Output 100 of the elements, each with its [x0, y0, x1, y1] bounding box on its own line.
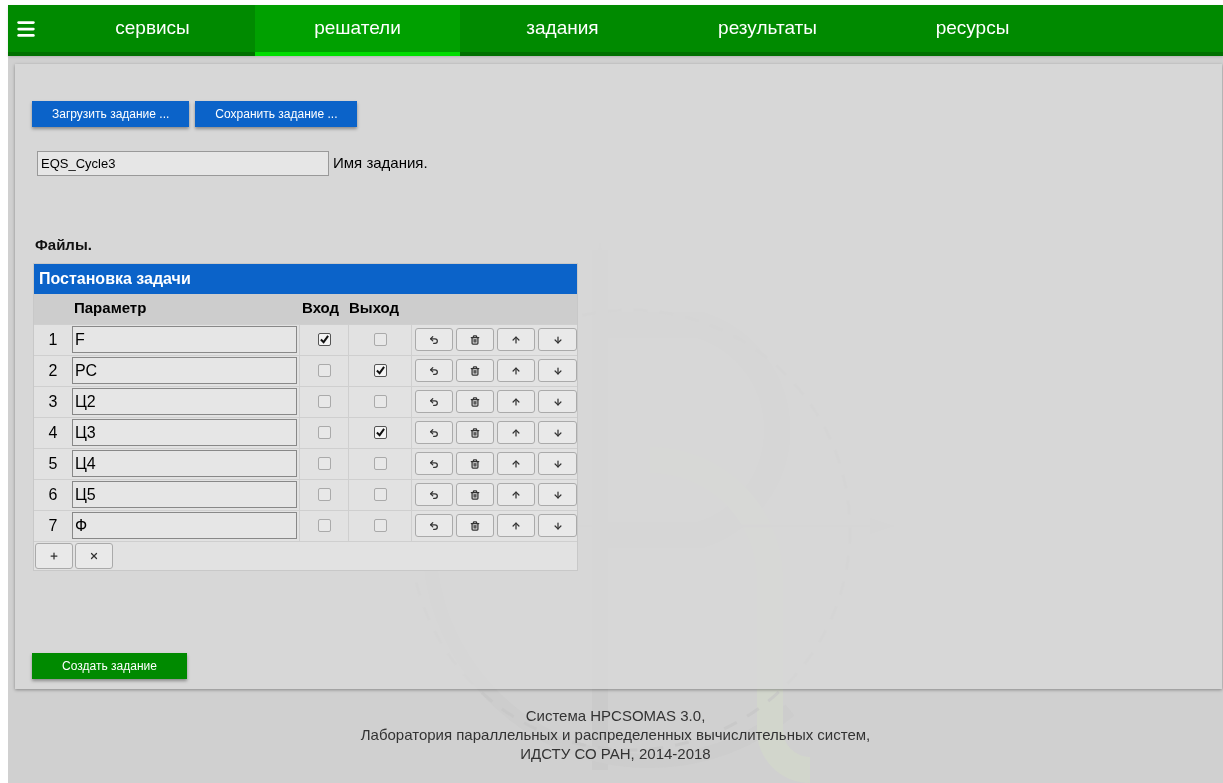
delete-button[interactable] [456, 452, 494, 475]
checkbox[interactable] [317, 426, 331, 439]
move-up-icon [511, 427, 521, 438]
undo-icon [429, 365, 439, 376]
undo-icon [429, 427, 439, 438]
checkbox[interactable] [373, 488, 387, 501]
delete-icon [470, 334, 480, 345]
row-number: 7 [47, 515, 59, 536]
delete-button[interactable] [456, 328, 494, 351]
move-up-icon [511, 396, 521, 407]
files-label: Файлы. [35, 235, 93, 255]
add-row-button[interactable] [35, 542, 73, 569]
nav-tab[interactable]: сервисы [50, 5, 255, 56]
parameter-field[interactable]: Ц3 [71, 419, 298, 446]
move-down-button[interactable] [538, 483, 577, 506]
toolbar-button[interactable]: Сохранить задание ... [195, 101, 358, 127]
undo-button[interactable] [415, 483, 453, 506]
delete-button[interactable] [456, 390, 494, 413]
checkbox[interactable] [317, 457, 331, 470]
move-down-button[interactable] [538, 328, 577, 351]
move-down-icon [552, 520, 563, 531]
nav-tab[interactable]: результаты [665, 5, 870, 56]
undo-icon [429, 396, 439, 407]
move-down-icon [552, 458, 563, 469]
row-number: 3 [47, 391, 59, 412]
clear-rows-icon [89, 550, 99, 561]
move-down-button[interactable] [538, 421, 577, 444]
delete-icon [470, 427, 480, 438]
delete-button[interactable] [456, 359, 494, 382]
checkbox[interactable] [373, 426, 387, 439]
checkmark-icon [375, 428, 385, 437]
move-down-button[interactable] [538, 359, 577, 382]
checkmark-icon [319, 335, 329, 344]
undo-button[interactable] [415, 452, 453, 475]
undo-button[interactable] [415, 421, 453, 444]
table-title: Постановка задачи [34, 263, 577, 294]
checkmark-icon [375, 366, 385, 375]
move-up-button[interactable] [497, 359, 535, 382]
create-task-button[interactable]: Создать задание [32, 652, 187, 679]
parameter-field[interactable]: Ц5 [71, 481, 298, 508]
checkbox[interactable] [373, 457, 387, 470]
undo-icon [429, 520, 439, 531]
move-up-icon [511, 520, 521, 531]
move-down-button[interactable] [538, 390, 577, 413]
nav-tab[interactable]: ресурсы [870, 5, 1075, 56]
checkbox[interactable] [373, 519, 387, 532]
checkbox[interactable] [373, 364, 387, 377]
undo-button[interactable] [415, 359, 453, 382]
parameter-field[interactable]: F [71, 326, 298, 353]
parameter-field[interactable]: Ф [71, 512, 298, 539]
task-name-field[interactable]: EQS_Cycle3 [37, 151, 329, 176]
checkbox[interactable] [317, 395, 331, 408]
nav-tab[interactable]: задания [460, 5, 665, 56]
undo-icon [429, 458, 439, 469]
delete-button[interactable] [456, 421, 494, 444]
move-down-icon [552, 427, 563, 438]
move-up-button[interactable] [497, 421, 535, 444]
delete-button[interactable] [456, 514, 494, 537]
row-number: 2 [47, 360, 59, 381]
parameter-field[interactable]: Ц2 [71, 388, 298, 415]
undo-button[interactable] [415, 390, 453, 413]
clear-rows-button[interactable] [75, 542, 113, 569]
checkbox[interactable] [317, 364, 331, 377]
checkbox[interactable] [373, 395, 387, 408]
parameter-field[interactable]: Ц4 [71, 450, 298, 477]
delete-button[interactable] [456, 483, 494, 506]
undo-icon [429, 334, 439, 345]
footer-text: Лаборатория параллельных и распределенных вычислительных систем, [360, 725, 871, 744]
column-header: Выход [349, 298, 401, 319]
checkbox[interactable] [373, 333, 387, 346]
move-up-icon [511, 334, 521, 345]
move-up-button[interactable] [497, 452, 535, 475]
undo-button[interactable] [415, 514, 453, 537]
toolbar-button[interactable]: Загрузить задание ... [32, 101, 190, 127]
move-down-icon [552, 489, 563, 500]
move-down-icon [552, 396, 563, 407]
move-up-icon [511, 458, 521, 469]
move-up-button[interactable] [497, 514, 535, 537]
move-down-button[interactable] [538, 514, 577, 537]
move-up-button[interactable] [497, 390, 535, 413]
checkbox[interactable] [317, 519, 331, 532]
delete-icon [470, 458, 480, 469]
delete-icon [470, 489, 480, 500]
move-up-button[interactable] [497, 483, 535, 506]
move-down-button[interactable] [538, 452, 577, 475]
add-row-icon [49, 550, 59, 561]
delete-icon [470, 520, 480, 531]
undo-button[interactable] [415, 328, 453, 351]
row-number: 6 [47, 484, 59, 505]
checkbox[interactable] [317, 488, 331, 501]
delete-icon [470, 396, 480, 407]
column-header: Вход [301, 298, 341, 319]
delete-icon [470, 365, 480, 376]
move-up-button[interactable] [497, 328, 535, 351]
checkbox[interactable] [317, 333, 331, 346]
row-number: 4 [47, 422, 59, 443]
parameter-field[interactable]: PC [71, 357, 298, 384]
move-up-icon [511, 365, 521, 376]
move-down-icon [552, 365, 563, 376]
move-up-icon [511, 489, 521, 500]
